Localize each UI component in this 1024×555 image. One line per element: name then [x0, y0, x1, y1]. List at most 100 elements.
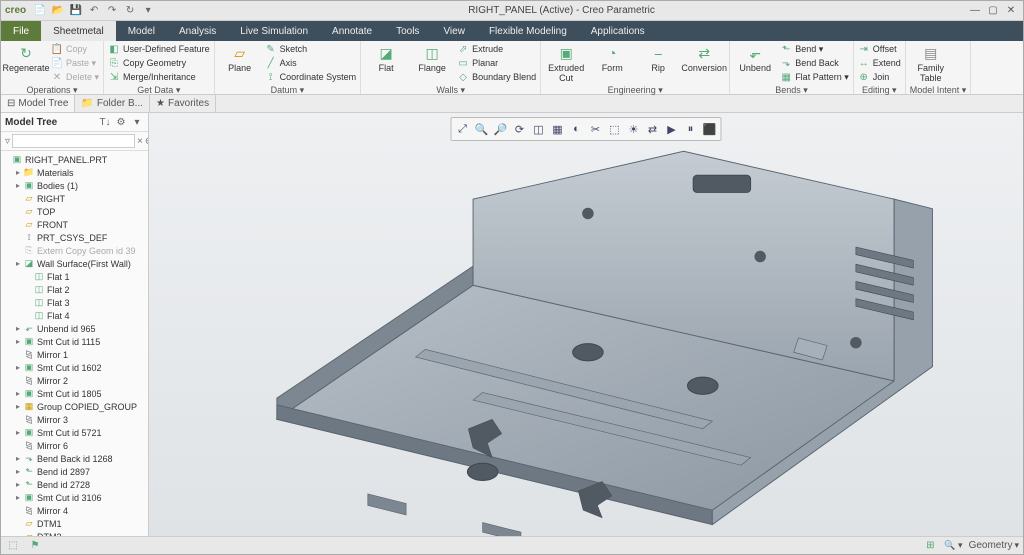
bend-button[interactable]: ⬑Bend ▾ [780, 42, 849, 56]
ribbon-group-modelintent: ▤Family TableModel Intent ▾ [906, 41, 972, 94]
tree-header: Model Tree T↓ ⚙ ▾ [1, 113, 148, 132]
nav-tab-favorites[interactable]: ★Favorites [150, 95, 216, 112]
tab-analysis[interactable]: Analysis [167, 21, 228, 41]
ribbon-group-operations: ↻Regenerate📋Copy📄Paste ▾✕Delete ▾Operati… [1, 41, 104, 94]
conversion-button[interactable]: ⇄Conversion [683, 42, 725, 74]
planar-button[interactable]: ▭Planar [457, 56, 536, 70]
offset-button[interactable]: ⇥Offset [858, 42, 901, 56]
tab-tools[interactable]: Tools [384, 21, 431, 41]
tree-search-row: ▿ × ⊕ [1, 132, 148, 151]
nav-tab-folder-b-[interactable]: 📁Folder B... [75, 95, 150, 112]
tree-item[interactable]: ◫Flat 2 [1, 283, 148, 296]
tree-item[interactable]: ▸▦Group COPIED_GROUP [1, 400, 148, 413]
user-defined-feature-button[interactable]: ◧User-Defined Feature [108, 42, 210, 56]
flange-button[interactable]: ◫Flange [411, 42, 453, 74]
tree-item[interactable]: ▸▣Bodies (1) [1, 179, 148, 192]
qat-new-icon[interactable]: 📄 [32, 3, 48, 19]
tree-show-icon[interactable]: ▾ [130, 115, 144, 129]
qat-open-icon[interactable]: 📂 [50, 3, 66, 19]
extruded-cut-button[interactable]: ▣Extruded Cut [545, 42, 587, 84]
extrude-button[interactable]: ⬀Extrude [457, 42, 536, 56]
coordinate-system-button[interactable]: ⟟Coordinate System [265, 70, 357, 84]
regenerate-button[interactable]: ↻Regenerate [5, 42, 47, 74]
tree-item[interactable]: ▸▣Smt Cut id 1602 [1, 361, 148, 374]
copy-geometry-button[interactable]: ⎘Copy Geometry [108, 56, 210, 70]
minimize-icon[interactable]: — [967, 4, 983, 18]
flat-button[interactable]: ◪Flat [365, 42, 407, 74]
tree-item[interactable]: ◫Flat 4 [1, 309, 148, 322]
tree-item[interactable]: ▸⬎Bend Back id 1268 [1, 452, 148, 465]
flat-pattern-button[interactable]: ▦Flat Pattern ▾ [780, 70, 849, 84]
tree-filter-icon[interactable]: T↓ [98, 115, 112, 129]
tab-flexible-modeling[interactable]: Flexible Modeling [477, 21, 579, 41]
nav-tab-model-tree[interactable]: ⊟Model Tree [1, 95, 75, 112]
axis-button[interactable]: ╱Axis [265, 56, 357, 70]
qat-save-icon[interactable]: 💾 [68, 3, 84, 19]
tree-item[interactable]: ⧎Mirror 3 [1, 413, 148, 426]
tab-view[interactable]: View [431, 21, 477, 41]
tree-search-clear-icon[interactable]: × [137, 136, 143, 147]
tree-item[interactable]: ⧎Mirror 6 [1, 439, 148, 452]
window-controls: — ▢ ✕ [967, 4, 1019, 18]
tree-item[interactable]: ⟟PRT_CSYS_DEF [1, 231, 148, 244]
tree-item[interactable]: ▸⬑Bend id 2897 [1, 465, 148, 478]
qat-windows-icon[interactable]: ▾ [140, 3, 156, 19]
qat-redo-icon[interactable]: ↷ [104, 3, 120, 19]
plane-button[interactable]: ▱Plane [219, 42, 261, 74]
qat-regen-icon[interactable]: ↻ [122, 3, 138, 19]
bend-back-button[interactable]: ⬎Bend Back [780, 56, 849, 70]
model-tree[interactable]: ▣RIGHT_PANEL.PRT▸📁Materials▸▣Bodies (1)▱… [1, 151, 148, 536]
main-area: Model Tree T↓ ⚙ ▾ ▿ × ⊕ ▣RIGHT_PANEL.PRT… [1, 113, 1023, 536]
tree-item[interactable]: ▸▣Smt Cut id 3106 [1, 491, 148, 504]
status-messages-icon[interactable]: ⊞ [922, 539, 938, 553]
tree-item[interactable]: ▸▣Smt Cut id 1115 [1, 335, 148, 348]
ribbon-group-engineering: ▣Extruded Cut◔Form⎯Rip⇄ConversionEnginee… [541, 41, 730, 94]
extend-button[interactable]: ↔Extend [858, 56, 901, 70]
close-icon[interactable]: ✕ [1003, 4, 1019, 18]
tree-item[interactable]: ⎘Extern Copy Geom id 39 [1, 244, 148, 257]
tree-item[interactable]: ▸⬐Unbend id 965 [1, 322, 148, 335]
tree-title: Model Tree [5, 117, 98, 128]
window-title: RIGHT_PANEL (Active) - Creo Parametric [156, 5, 967, 16]
tree-item[interactable]: ⧎Mirror 4 [1, 504, 148, 517]
merge/inheritance-button[interactable]: ⇲Merge/Inheritance [108, 70, 210, 84]
sketch-button[interactable]: ✎Sketch [265, 42, 357, 56]
tree-settings-icon[interactable]: ⚙ [114, 115, 128, 129]
maximize-icon[interactable]: ▢ [985, 4, 1001, 18]
tree-item[interactable]: ▸📁Materials [1, 166, 148, 179]
status-find-dropdown[interactable]: 🔍 ▾ [944, 540, 962, 551]
form-button[interactable]: ◔Form [591, 42, 633, 74]
tree-search-input[interactable] [12, 134, 135, 148]
tab-file[interactable]: File [1, 21, 41, 41]
tab-applications[interactable]: Applications [579, 21, 657, 41]
family-table-button[interactable]: ▤Family Table [910, 42, 952, 84]
tree-item[interactable]: ▸◪Wall Surface(First Wall) [1, 257, 148, 270]
tree-item[interactable]: ◫Flat 1 [1, 270, 148, 283]
quick-access-toolbar: 📄 📂 💾 ↶ ↷ ↻ ▾ [32, 3, 156, 19]
tree-item[interactable]: ⧎Mirror 1 [1, 348, 148, 361]
tree-item[interactable]: ⧎Mirror 2 [1, 374, 148, 387]
tree-item[interactable]: ▱RIGHT [1, 192, 148, 205]
ribbon-tabs: FileSheetmetalModelAnalysisLive Simulati… [1, 21, 1023, 41]
tab-live-simulation[interactable]: Live Simulation [228, 21, 320, 41]
status-geometry-dropdown[interactable]: Geometry ▾ [969, 540, 1019, 551]
boundary-blend-button[interactable]: ◇Boundary Blend [457, 70, 536, 84]
tab-sheetmetal[interactable]: Sheetmetal [41, 21, 116, 41]
tab-model[interactable]: Model [116, 21, 167, 41]
join-button[interactable]: ⊕Join [858, 70, 901, 84]
tree-item[interactable]: ▸⬑Bend id 2728 [1, 478, 148, 491]
tree-item[interactable]: ▸▣Smt Cut id 5721 [1, 426, 148, 439]
graphics-canvas[interactable]: ⤢🔍🔎⟳◫▦◐✂⬚☀⇄▶⏸⬛ [149, 113, 1023, 536]
tab-annotate[interactable]: Annotate [320, 21, 384, 41]
tree-item[interactable]: ▸▣Smt Cut id 1805 [1, 387, 148, 400]
qat-undo-icon[interactable]: ↶ [86, 3, 102, 19]
tree-item[interactable]: ◫Flat 3 [1, 296, 148, 309]
status-selection-icon[interactable]: ⬚ [5, 539, 21, 553]
tree-item[interactable]: ▱FRONT [1, 218, 148, 231]
tree-item[interactable]: ▱DTM1 [1, 517, 148, 530]
tree-item[interactable]: ▱TOP [1, 205, 148, 218]
tree-root[interactable]: ▣RIGHT_PANEL.PRT [1, 153, 148, 166]
unbend-button[interactable]: ⬐Unbend [734, 42, 776, 74]
status-filter-icon[interactable]: ⚑ [27, 539, 43, 553]
rip-button[interactable]: ⎯Rip [637, 42, 679, 74]
